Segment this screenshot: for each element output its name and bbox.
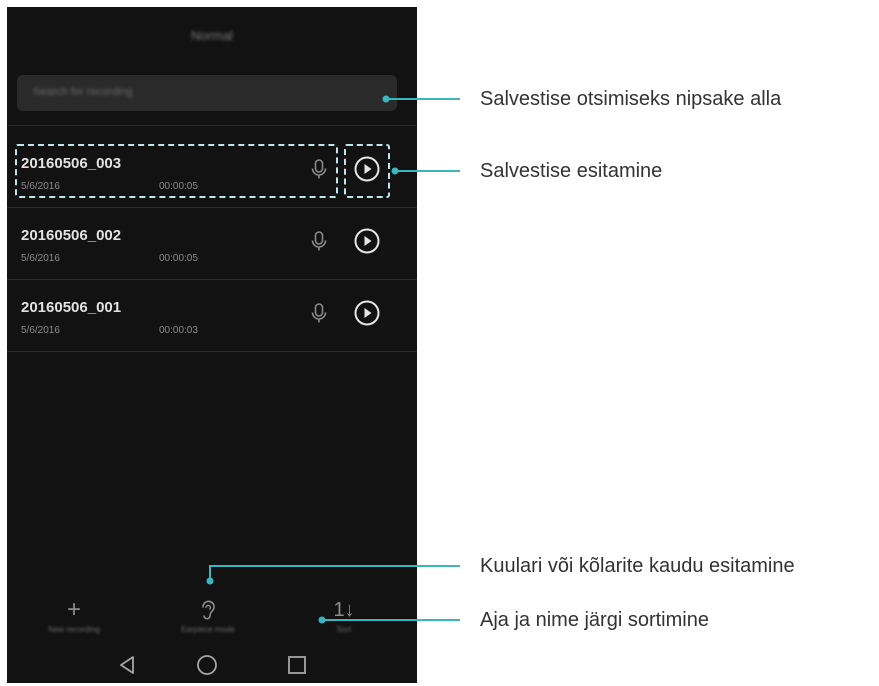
recording-item[interactable]: 20160506_002 5/6/2016 00:00:05: [7, 207, 417, 280]
home-icon[interactable]: [197, 655, 217, 675]
highlight-play-button: [344, 144, 390, 198]
recording-item[interactable]: 20160506_001 5/6/2016 00:00:03: [7, 279, 417, 352]
plus-icon: +: [66, 596, 81, 623]
title-bar: Normal: [7, 7, 417, 63]
microphone-icon: [311, 303, 327, 323]
sort-button[interactable]: 1↓ Sort: [289, 597, 399, 645]
sort-icon: 1↓: [333, 599, 355, 621]
recording-name: 20160506_001: [21, 299, 122, 316]
play-icon[interactable]: [353, 299, 381, 327]
new-recording-button[interactable]: + New recording: [19, 597, 129, 645]
recording-duration: 00:00:05: [159, 253, 198, 264]
callout-play: Salvestise esitamine: [480, 160, 663, 182]
page-title: Normal: [191, 27, 233, 43]
recents-icon[interactable]: [288, 656, 306, 674]
recording-date: 5/6/2016: [21, 253, 60, 264]
recording-duration: 00:00:03: [159, 325, 198, 336]
sort-label: Sort: [336, 625, 352, 634]
callout-search: Salvestise otsimiseks nipsake alla: [480, 88, 782, 110]
ear-icon: [202, 600, 215, 620]
earpiece-mode-label: Earpiece mode: [181, 625, 235, 634]
navigation-bar: [120, 655, 306, 675]
highlight-recording-info: [15, 144, 338, 198]
microphone-icon: [311, 231, 327, 251]
new-recording-label: New recording: [48, 625, 100, 634]
callout-sort: Aja ja nime järgi sortimine: [480, 609, 709, 631]
phone-screen: Normal Search for recording 20160506_003…: [7, 7, 417, 683]
play-icon[interactable]: [353, 227, 381, 255]
recording-name: 20160506_002: [21, 227, 122, 244]
earpiece-mode-button[interactable]: Earpiece mode: [153, 597, 263, 645]
recording-date: 5/6/2016: [21, 325, 60, 336]
back-icon[interactable]: [120, 656, 134, 674]
search-bar[interactable]: Search for recording: [17, 75, 397, 111]
callout-earpiece: Kuulari või kõlarite kaudu esitamine: [480, 555, 795, 577]
divider: [7, 125, 417, 126]
search-placeholder: Search for recording: [33, 86, 133, 98]
bottom-toolbar: + New recording Earpiece mode 1↓ Sort: [7, 597, 417, 645]
